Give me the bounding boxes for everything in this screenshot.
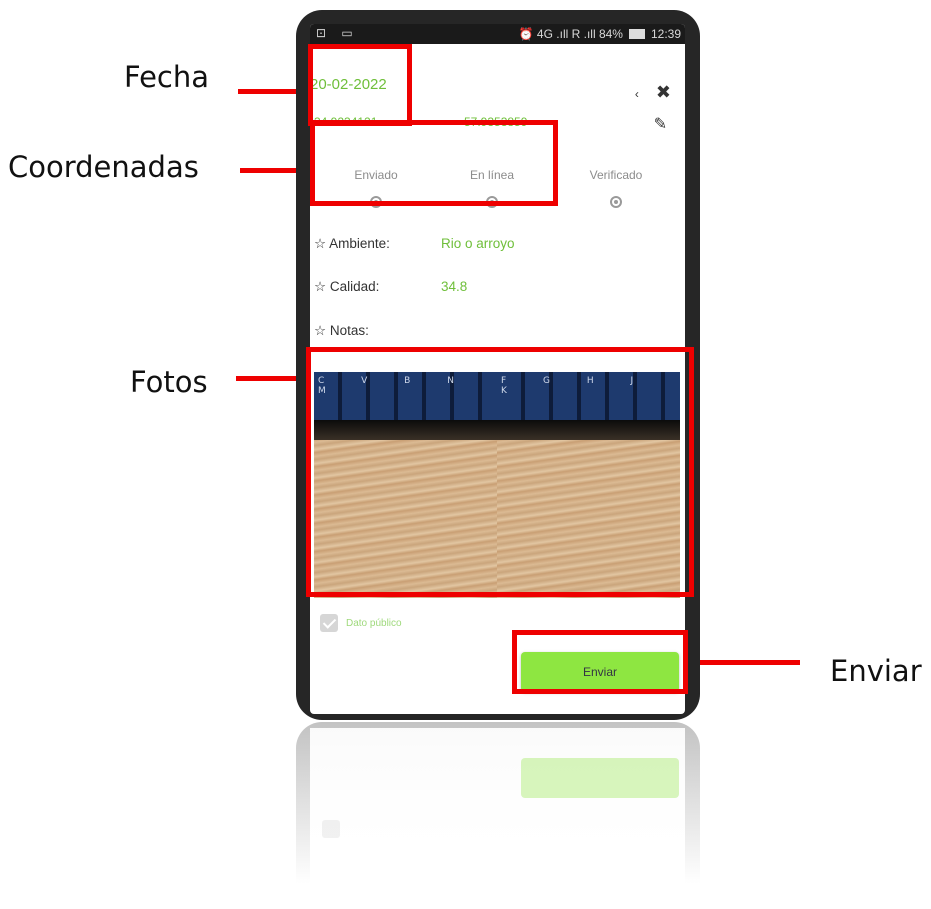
status-step-label: Verificado — [589, 168, 643, 182]
highlight-coordenadas — [310, 120, 558, 206]
reflection-button — [521, 758, 679, 798]
status-bar: ⊡ ▭ ⏰ 4G .ıll R .ıll 84% 12:39 — [310, 24, 685, 44]
highlight-fotos — [306, 347, 694, 597]
reflection-checkbox — [322, 820, 340, 838]
callout-fecha: Fecha — [124, 60, 210, 94]
close-icon[interactable]: ✖ — [656, 82, 671, 102]
calidad-label: ☆ Calidad: — [314, 279, 380, 294]
callout-fotos: Fotos — [130, 365, 208, 399]
callout-coordenadas: Coordenadas — [8, 150, 199, 184]
highlight-enviar — [512, 630, 688, 694]
public-data-checkbox[interactable] — [320, 614, 338, 632]
calidad-value: 34.8 — [441, 279, 468, 294]
public-data-toggle[interactable]: Dato público — [320, 614, 402, 632]
highlight-fecha — [308, 44, 412, 126]
edit-icon[interactable]: ✎ — [654, 114, 667, 134]
callout-enviar: Enviar — [830, 654, 922, 688]
battery-icon — [628, 29, 645, 39]
notification-icons: ⊡ ▭ — [316, 26, 359, 40]
status-icons: ⏰ 4G .ıll R .ıll 84% 12:39 — [519, 27, 681, 41]
phone-reflection — [296, 722, 700, 902]
status-radio-icon[interactable] — [610, 196, 622, 208]
public-data-label: Dato público — [346, 617, 402, 629]
clock: 12:39 — [650, 27, 681, 41]
header-actions: ‹ ✖ — [635, 82, 671, 103]
ambiente-label: ☆ Ambiente: — [314, 236, 390, 251]
signal-indicators: ⏰ 4G .ıll R .ıll 84% — [518, 27, 623, 41]
ambiente-value: Rio o arroyo — [441, 236, 515, 251]
callout-line-enviar — [690, 660, 800, 665]
share-icon[interactable]: ‹ — [635, 87, 639, 101]
reflection-screen — [310, 728, 685, 898]
notas-label: ☆ Notas: — [314, 323, 369, 338]
status-step-verified[interactable]: Verificado — [561, 168, 671, 208]
